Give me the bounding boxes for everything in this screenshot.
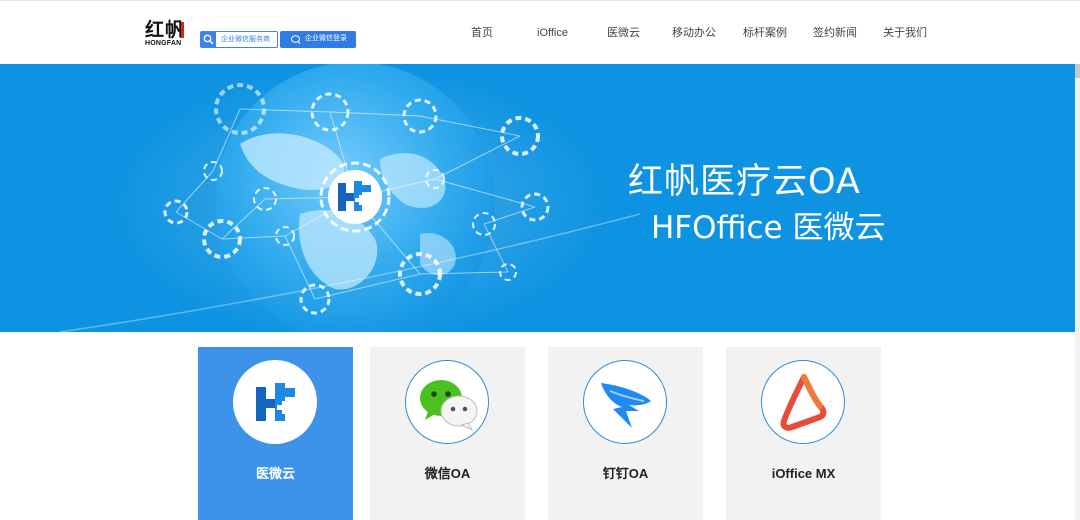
banner-subtitle: HFOffice 医微云 xyxy=(651,210,886,246)
globe-network-illustration xyxy=(59,64,641,332)
logo-sub-text: HONGFAN xyxy=(145,40,182,47)
card-label: 医微云 xyxy=(255,466,295,481)
product-card-wechat-oa[interactable]: 微信OA xyxy=(370,347,525,520)
nav-about-us[interactable]: 关于我们 xyxy=(883,26,927,40)
product-card-ioffice-mx[interactable]: iOffice MX xyxy=(726,347,881,520)
card-label: iOffice MX xyxy=(771,466,836,481)
nav-home[interactable]: 首页 xyxy=(471,26,493,40)
nav-signing-news[interactable]: 签约新闻 xyxy=(813,26,857,40)
card-icon-circle xyxy=(233,360,317,444)
nav-mobile-office[interactable]: 移动办公 xyxy=(672,26,716,40)
nav-medical-cloud[interactable]: 医微云 xyxy=(607,26,640,40)
logo-accent-mark xyxy=(181,22,184,38)
card-label: 钉钉OA xyxy=(602,466,649,481)
banner-title: 红帆医疗云OA xyxy=(628,162,861,202)
hf-logo-icon xyxy=(256,383,295,421)
wechat-icon xyxy=(420,380,478,432)
dingtalk-icon xyxy=(601,383,651,428)
hero-banner[interactable]: 红帆医疗云OA HFOffice 医微云 xyxy=(0,64,1075,332)
scrollbar-thumb[interactable] xyxy=(1075,64,1080,78)
ioffice-mx-icon xyxy=(780,374,827,431)
site-header: 红帆 HONGFAN 企业微信服务商 企业微信登录 首页 iOffice 医微云… xyxy=(0,0,1080,64)
card-icon-circle xyxy=(761,360,845,444)
login-button-label: 企业微信登录 xyxy=(305,35,347,42)
hongfan-logo[interactable]: 红帆 HONGFAN xyxy=(145,19,197,48)
service-search-box[interactable]: 企业微信服务商 xyxy=(200,31,278,48)
chat-bubble-icon xyxy=(291,35,301,44)
card-label: 微信OA xyxy=(424,466,471,481)
search-icon[interactable] xyxy=(201,32,216,47)
page-scrollbar[interactable] xyxy=(1075,64,1080,520)
nav-ioffice[interactable]: iOffice xyxy=(537,26,568,40)
product-card-dingtalk-oa[interactable]: 钉钉OA xyxy=(548,347,703,520)
product-card-medical-cloud[interactable]: 医微云 xyxy=(198,347,353,520)
nav-benchmark-cases[interactable]: 标杆案例 xyxy=(743,26,787,40)
wecom-login-button[interactable]: 企业微信登录 xyxy=(280,31,356,48)
search-placeholder-text: 企业微信服务商 xyxy=(221,36,270,43)
logo-main-text: 红帆 xyxy=(145,19,186,41)
card-icon-circle xyxy=(405,360,489,444)
card-icon-circle xyxy=(583,360,667,444)
